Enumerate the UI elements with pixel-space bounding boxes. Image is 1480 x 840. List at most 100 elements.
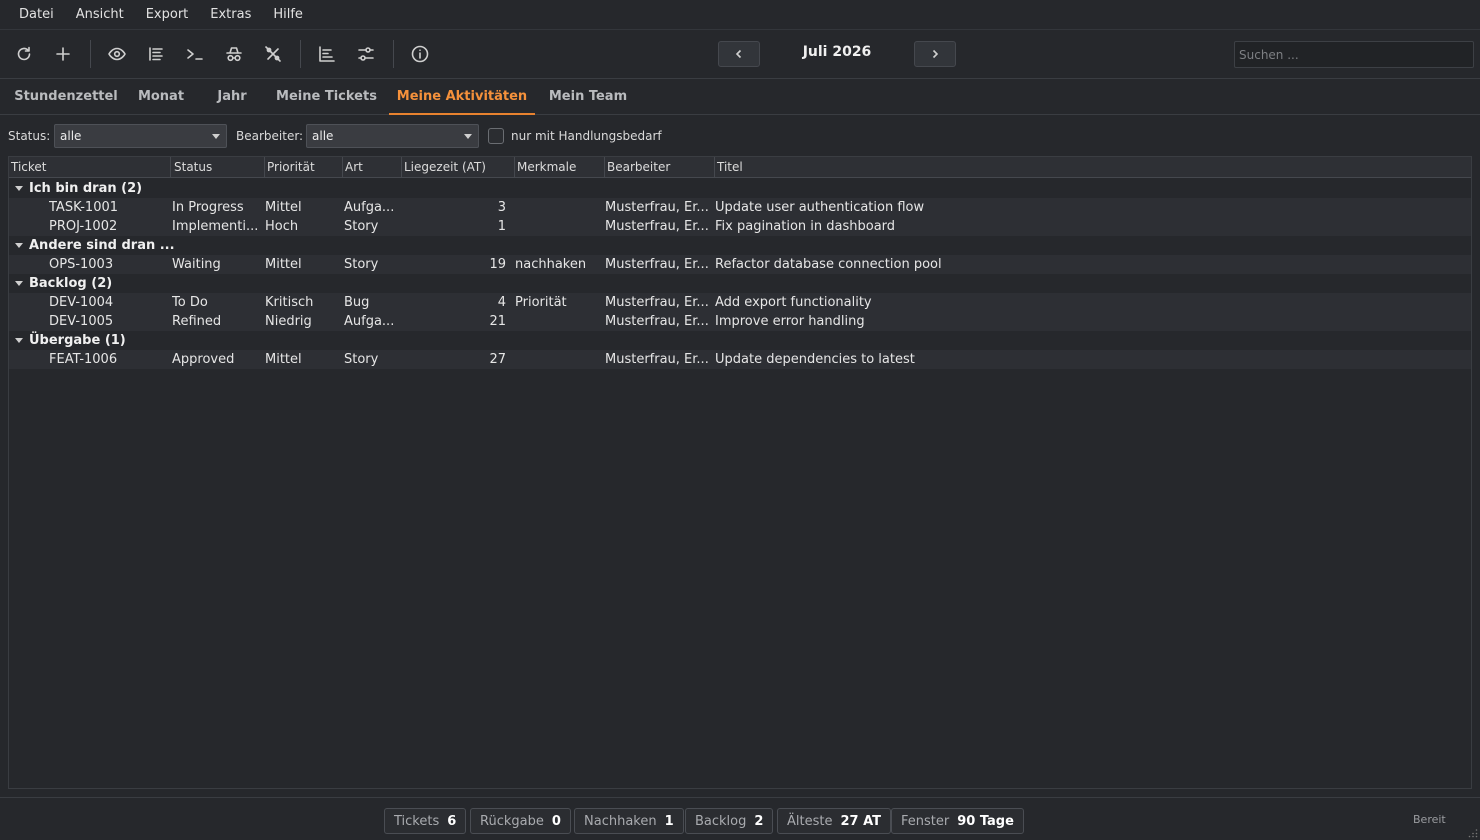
stat-label: Tickets xyxy=(394,813,440,829)
sliders-icon[interactable] xyxy=(354,42,378,66)
table-cell-ticket: PROJ-1002 xyxy=(49,219,118,234)
align-left-icon[interactable] xyxy=(315,42,339,66)
chevron-down-icon[interactable] xyxy=(15,281,23,286)
stat-nachhaken: Nachhaken 1 xyxy=(574,808,684,834)
activities-table: Ticket Status Priorität Art Liegezeit (A… xyxy=(8,156,1472,789)
table-cell-priorit-t: Hoch xyxy=(265,219,299,234)
action-required-checkbox[interactable] xyxy=(488,128,504,144)
column-header-idle-time[interactable]: Liegezeit (AT) xyxy=(402,157,515,178)
stat-value: 0 xyxy=(551,813,561,829)
column-header-features[interactable]: Merkmale xyxy=(515,157,605,178)
tab-bar: Stundenzettel Monat Jahr Meine Tickets M… xyxy=(0,79,1480,115)
assignee-filter-select[interactable]: alle xyxy=(306,124,479,148)
previous-month-button[interactable] xyxy=(718,41,760,67)
status-filter-value: alle xyxy=(60,129,82,143)
table-row[interactable]: TASK-1001 In Progress Mittel Aufga... 3 Muste… xyxy=(9,198,1471,217)
stat-label: Rückgabe xyxy=(480,813,544,829)
chevron-right-icon xyxy=(932,49,939,59)
chevron-down-icon xyxy=(464,134,472,139)
refresh-icon[interactable] xyxy=(12,42,36,66)
stat-value: 90 Tage xyxy=(957,813,1014,829)
table-cell-bearbeiter: Musterfrau, Er... xyxy=(605,257,709,272)
menu-ansicht[interactable]: Ansicht xyxy=(65,0,135,30)
table-cell-liegezeit-at: 4 xyxy=(497,295,506,310)
table-cell-status: Refined xyxy=(172,314,222,329)
list-icon[interactable] xyxy=(144,42,168,66)
stat-rueckgabe: Rückgabe 0 xyxy=(470,808,571,834)
stat-value: 1 xyxy=(664,813,674,829)
action-required-label[interactable]: nur mit Handlungsbedarf xyxy=(511,129,662,143)
tab-stundenzettel[interactable]: Stundenzettel xyxy=(6,79,126,115)
incognito-icon[interactable] xyxy=(222,42,246,66)
chevron-down-icon[interactable] xyxy=(15,338,23,343)
percent-off-icon[interactable] xyxy=(261,42,285,66)
table-row[interactable]: DEV-1005 Refined Niedrig Aufga... 21 Musterfr… xyxy=(9,312,1471,331)
chevron-down-icon[interactable] xyxy=(15,186,23,191)
table-cell-status: Implementi... xyxy=(172,219,259,234)
table-cell-bearbeiter: Musterfrau, Er... xyxy=(605,314,709,329)
table-row[interactable]: PROJ-1002 Implementi... Hoch Story 1 Musterfr… xyxy=(9,217,1471,236)
menu-extras[interactable]: Extras xyxy=(199,0,262,30)
info-icon[interactable] xyxy=(408,42,432,66)
table-row[interactable]: DEV-1004 To Do Kritisch Bug 4 Priorität Muster… xyxy=(9,293,1471,312)
terminal-icon[interactable] xyxy=(183,42,207,66)
table-cell-priorit-t: Kritisch xyxy=(265,295,314,310)
status-filter-select[interactable]: alle xyxy=(54,124,227,148)
chevron-down-icon xyxy=(212,134,220,139)
stat-aelteste: Älteste 27 AT xyxy=(777,808,892,834)
table-cell-titel: Add export functionality xyxy=(715,295,872,310)
stat-fenster: Fenster 90 Tage xyxy=(891,808,1024,834)
resize-grip-icon[interactable] xyxy=(1468,828,1478,838)
eye-icon[interactable] xyxy=(105,42,129,66)
tab-meine-aktivitaeten[interactable]: Meine Aktivitäten xyxy=(389,79,535,115)
menubar: Datei Ansicht Export Extras Hilfe xyxy=(0,0,1480,30)
table-cell-bearbeiter: Musterfrau, Er... xyxy=(605,219,709,234)
table-cell-status: Waiting xyxy=(172,257,221,272)
stat-tickets: Tickets 6 xyxy=(384,808,467,834)
table-cell-bearbeiter: Musterfrau, Er... xyxy=(605,352,709,367)
chevron-left-icon xyxy=(735,49,742,59)
plus-icon[interactable] xyxy=(51,42,75,66)
stat-label: Fenster xyxy=(901,813,950,829)
group-row[interactable]: Übergabe (1) xyxy=(9,331,1471,350)
column-header-title[interactable]: Titel xyxy=(715,157,1471,178)
tab-jahr[interactable]: Jahr xyxy=(196,79,268,115)
tab-mein-team[interactable]: Mein Team xyxy=(538,79,638,115)
toolbar-separator xyxy=(300,40,301,68)
status-text: Bereit xyxy=(1413,813,1446,826)
tab-monat[interactable]: Monat xyxy=(126,79,196,115)
table-header: Ticket Status Priorität Art Liegezeit (A… xyxy=(9,157,1471,178)
assignee-filter-value: alle xyxy=(312,129,334,143)
column-header-priority[interactable]: Priorität xyxy=(265,157,343,178)
table-cell-ticket: TASK-1001 xyxy=(49,200,119,215)
table-cell-titel: Refactor database connection pool xyxy=(715,257,942,272)
table-cell-status: To Do xyxy=(172,295,208,310)
menu-export[interactable]: Export xyxy=(135,0,200,30)
tab-meine-tickets[interactable]: Meine Tickets xyxy=(268,79,385,115)
table-cell-titel: Update user authentication flow xyxy=(715,200,925,215)
column-header-ticket[interactable]: Ticket xyxy=(9,157,171,178)
group-row[interactable]: Ich bin dran (2) xyxy=(9,179,1471,198)
menu-datei[interactable]: Datei xyxy=(8,0,65,30)
table-row[interactable]: FEAT-1006 Approved Mittel Story 27 Musterfrau… xyxy=(9,350,1471,369)
toolbar: Juli 2026 xyxy=(0,30,1480,79)
toolbar-separator xyxy=(90,40,91,68)
table-cell-bearbeiter: Musterfrau, Er... xyxy=(605,295,709,310)
menu-hilfe[interactable]: Hilfe xyxy=(262,0,314,30)
group-row[interactable]: Backlog (2) xyxy=(9,274,1471,293)
status-filter-label: Status: xyxy=(8,129,51,143)
table-row[interactable]: OPS-1003 Waiting Mittel Story 19 nachhaken Mus… xyxy=(9,255,1471,274)
stat-value: 27 AT xyxy=(840,813,882,829)
column-header-assignee[interactable]: Bearbeiter xyxy=(605,157,715,178)
table-cell-ticket: DEV-1004 xyxy=(49,295,114,310)
group-row[interactable]: Andere sind dran ... xyxy=(9,236,1471,255)
search-input[interactable] xyxy=(1234,41,1474,68)
stat-backlog: Backlog 2 xyxy=(685,808,774,834)
table-cell-liegezeit-at: 1 xyxy=(497,219,506,234)
table-cell-ticket: DEV-1005 xyxy=(49,314,114,329)
column-header-type[interactable]: Art xyxy=(343,157,402,178)
next-month-button[interactable] xyxy=(914,41,956,67)
column-header-status[interactable]: Status xyxy=(172,157,265,178)
table-cell-titel: Fix pagination in dashboard xyxy=(715,219,896,234)
chevron-down-icon[interactable] xyxy=(15,243,23,248)
